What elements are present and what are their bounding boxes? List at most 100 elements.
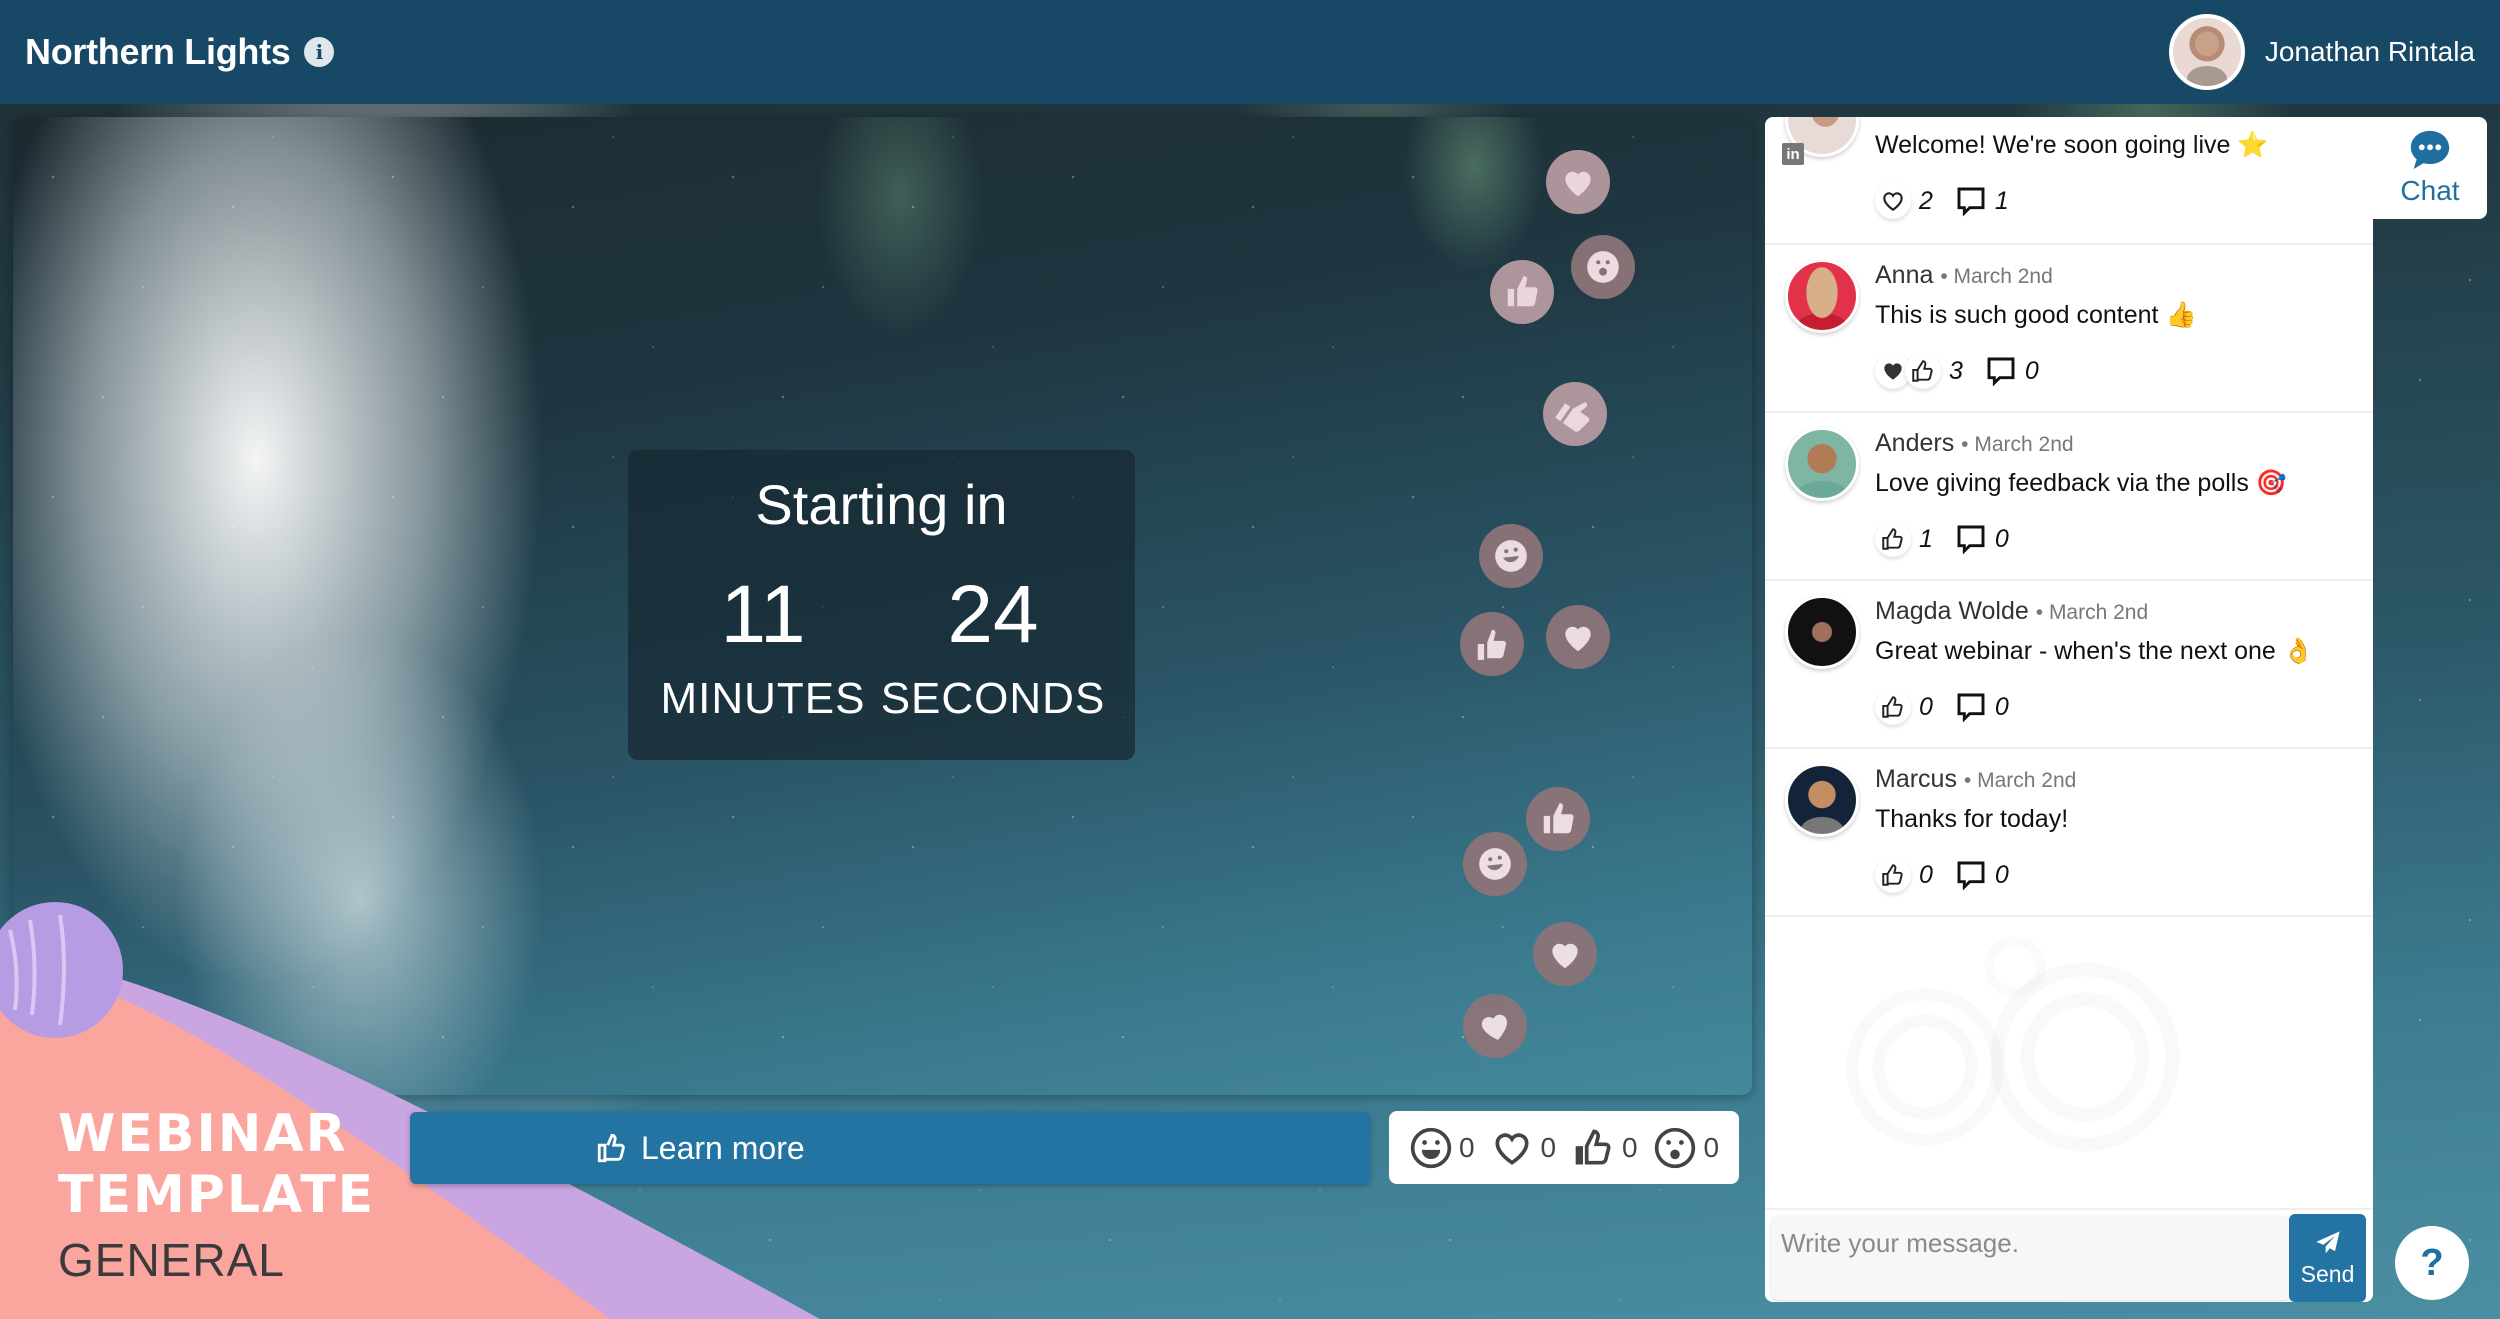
floating-heart-icon xyxy=(1463,994,1527,1058)
chat-message: Anna • March 2nd This is such good conte… xyxy=(1765,245,2373,413)
like-count: 0 xyxy=(1919,692,1933,721)
message-text: Welcome! We're soon going live ⭐ xyxy=(1875,131,2269,159)
message-actions: 1 0 xyxy=(1875,521,2009,557)
user-menu[interactable]: Jonathan Rintala xyxy=(2168,14,2475,90)
message-date: March 2nd xyxy=(1974,433,2074,456)
floating-thumbs-up-icon xyxy=(1460,612,1524,676)
countdown-panel: Starting in 11 MINUTES 24 SECONDS xyxy=(628,450,1135,760)
info-icon[interactable]: i xyxy=(304,37,335,67)
brand-line-general: GENERAL xyxy=(58,1234,285,1286)
like-button[interactable] xyxy=(1905,353,1941,389)
reaction-count: 0 xyxy=(1540,1131,1557,1163)
event-title: Northern Lights xyxy=(25,31,291,72)
surprised-icon xyxy=(1655,1127,1696,1168)
reaction-thumbs-up[interactable]: 0 xyxy=(1572,1126,1638,1170)
chat-message: Marcus • March 2nd Thanks for today! 0 0 xyxy=(1765,749,2373,917)
seconds-value: 24 xyxy=(947,569,1039,660)
comment-icon xyxy=(1957,187,1985,217)
seconds-label: SECONDS xyxy=(880,674,1106,723)
like-button[interactable] xyxy=(1875,521,1911,557)
comment-icon xyxy=(1957,693,1985,723)
comment-button[interactable] xyxy=(1955,859,1987,891)
minutes-value: 11 xyxy=(720,569,806,660)
learn-more-button[interactable]: Learn more xyxy=(410,1112,1370,1184)
chat-message: in Welcome! We're soon going live ⭐ 2 1 xyxy=(1765,117,2373,245)
paper-plane-icon xyxy=(2315,1230,2340,1253)
chat-message-input[interactable] xyxy=(1771,1216,2291,1300)
floating-thumbs-up-icon xyxy=(1526,787,1590,851)
floating-surprised-icon xyxy=(1571,235,1635,299)
reactions-bar: 0 0 0 0 xyxy=(1389,1111,1739,1184)
comment-count: 0 xyxy=(2024,356,2039,385)
chat-tab-label: Chat xyxy=(2400,175,2460,206)
comment-button[interactable] xyxy=(1955,185,1987,217)
reaction-surprised[interactable]: 0 xyxy=(1653,1126,1719,1170)
comment-icon xyxy=(1957,861,1985,891)
floating-heart-icon xyxy=(1533,922,1597,986)
message-text: Love giving feedback via the polls 🎯 xyxy=(1875,469,2287,497)
countdown-title: Starting in xyxy=(755,473,1008,536)
message-actions: 3 0 xyxy=(1875,353,2039,389)
help-button[interactable]: ? xyxy=(2395,1226,2469,1300)
chat-message: Magda Wolde • March 2nd Great webinar - … xyxy=(1765,581,2373,749)
message-actions: 0 0 xyxy=(1875,857,2009,893)
video-stage: Starting in 11 MINUTES 24 SECONDS xyxy=(13,117,1752,1095)
comment-count: 0 xyxy=(1994,524,2009,553)
message-avatar xyxy=(1785,595,1859,669)
laugh-icon xyxy=(1410,1127,1452,1168)
chat-message: Anders • March 2nd Love giving feedback … xyxy=(1765,413,2373,581)
heart-filled-icon xyxy=(1884,363,1902,380)
reaction-heart[interactable]: 0 xyxy=(1490,1126,1556,1170)
message-author: Anders xyxy=(1875,429,1955,457)
comment-button[interactable] xyxy=(1955,691,1987,723)
message-date-separator: • xyxy=(2035,601,2049,624)
message-author: Marcus xyxy=(1875,765,1957,793)
thumbs-up-icon xyxy=(1575,1129,1611,1164)
thumbs-up-outline-icon xyxy=(1882,864,1903,886)
reaction-count: 0 xyxy=(1703,1131,1720,1163)
top-header: Northern Lights i Jonathan Rintala xyxy=(0,0,2500,104)
comment-icon xyxy=(1957,525,1985,555)
floating-heart-icon xyxy=(1546,150,1610,214)
chat-panel: in Welcome! We're soon going live ⭐ 2 1 … xyxy=(1765,117,2373,1302)
floating-laugh-icon xyxy=(1463,832,1527,896)
like-button[interactable] xyxy=(1875,183,1911,219)
message-avatar xyxy=(1785,259,1859,333)
message-header: Anders • March 2nd xyxy=(1875,429,2074,458)
countdown-seconds: 24 SECONDS xyxy=(878,570,1108,724)
comment-count: 1 xyxy=(1994,186,2009,215)
send-button[interactable]: Send xyxy=(2289,1214,2366,1302)
floating-heart-icon xyxy=(1546,605,1610,669)
like-count: 2 xyxy=(1919,186,1933,215)
user-avatar[interactable] xyxy=(2168,14,2245,90)
chat-message-list[interactable]: in Welcome! We're soon going live ⭐ 2 1 … xyxy=(1765,117,2373,917)
reaction-laugh[interactable]: 0 xyxy=(1409,1126,1475,1170)
brand-line-template: TEMPLATE xyxy=(58,1165,376,1225)
thumbs-up-outline-icon xyxy=(1882,696,1903,718)
chat-composer: Send xyxy=(1765,1208,2373,1302)
like-count: 0 xyxy=(1919,860,1933,889)
like-count: 3 xyxy=(1949,356,1963,385)
learn-more-label: Learn more xyxy=(641,1129,805,1166)
message-header: Magda Wolde • March 2nd xyxy=(1875,597,2148,626)
like-count: 1 xyxy=(1919,524,1933,553)
like-button[interactable] xyxy=(1875,857,1911,893)
reaction-count: 0 xyxy=(1621,1131,1638,1163)
message-date-separator: • xyxy=(1961,433,1975,456)
message-actions: 2 1 xyxy=(1875,183,2009,219)
linkedin-icon[interactable]: in xyxy=(1782,143,1804,165)
chat-tab[interactable]: Chat xyxy=(2373,117,2487,219)
comment-button[interactable] xyxy=(1955,523,1987,555)
message-actions: 0 0 xyxy=(1875,689,2009,725)
message-date: March 2nd xyxy=(1977,769,2077,792)
heart-outline-icon xyxy=(1883,192,1903,211)
thumbs-up-outline-icon xyxy=(1912,360,1933,382)
like-button[interactable] xyxy=(1875,689,1911,725)
comment-count: 0 xyxy=(1994,860,2009,889)
chat-bubble-icon xyxy=(2410,130,2450,170)
user-name: Jonathan Rintala xyxy=(2264,36,2475,67)
comment-button[interactable] xyxy=(1985,355,2017,387)
message-header: Anna • March 2nd xyxy=(1875,261,2053,290)
message-text: This is such good content 👍 xyxy=(1875,301,2197,329)
message-date-separator: • xyxy=(1963,769,1978,792)
